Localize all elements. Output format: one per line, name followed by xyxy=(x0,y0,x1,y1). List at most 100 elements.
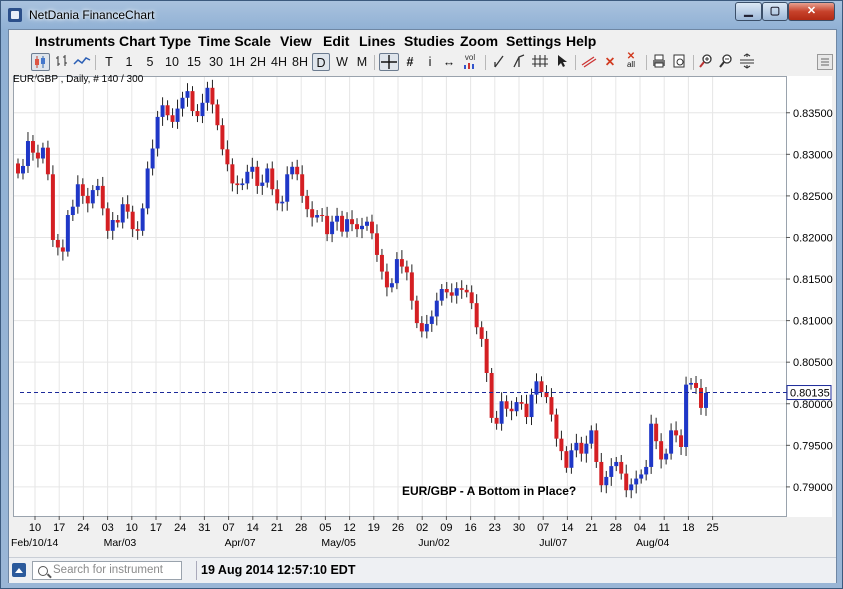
x-tick-label: 18 xyxy=(682,522,694,534)
x-tick-label: 07 xyxy=(537,522,549,534)
x-tick-label: 31 xyxy=(198,522,210,534)
netdania-app-icon xyxy=(8,8,22,22)
candle-body xyxy=(514,402,519,412)
candle-body xyxy=(50,174,55,240)
collapse-panel-icon[interactable] xyxy=(12,563,26,577)
candle-body xyxy=(80,184,85,196)
candle-body xyxy=(434,300,439,317)
candle-body xyxy=(549,397,554,415)
x-tick-label: 25 xyxy=(706,522,718,534)
candle-body xyxy=(409,272,414,301)
candle-body xyxy=(25,141,30,166)
candle-body xyxy=(539,381,544,393)
candle-body xyxy=(474,303,479,328)
y-tick-label: 0.83500 xyxy=(793,108,833,120)
candle-body xyxy=(240,183,245,186)
x-tick-label: 17 xyxy=(150,522,162,534)
candle-body xyxy=(65,215,70,252)
status-timestamp: 19 Aug 2014 12:57:10 EDT xyxy=(201,563,356,577)
candle-body xyxy=(419,323,424,332)
candle-body xyxy=(20,165,25,174)
candle-body xyxy=(95,185,100,191)
candle-body xyxy=(205,87,210,103)
candle-body xyxy=(509,408,514,412)
candle-body xyxy=(345,219,350,232)
candle-body xyxy=(494,417,499,424)
candle-body xyxy=(320,215,325,217)
candle-body xyxy=(649,423,654,467)
candle-body xyxy=(529,394,534,418)
candle-body xyxy=(639,474,644,479)
x-tick-label: 10 xyxy=(29,522,41,534)
candle-body xyxy=(564,451,569,468)
candle-body xyxy=(439,289,444,301)
y-tick-label: 0.83000 xyxy=(793,149,833,161)
candle-body xyxy=(140,208,145,231)
candle-body xyxy=(290,166,295,175)
x-tick-label: 24 xyxy=(77,522,89,534)
candle-body xyxy=(574,442,579,451)
candle-body xyxy=(280,201,285,204)
candle-body xyxy=(230,164,235,184)
x-tick-label: 28 xyxy=(295,522,307,534)
y-tick-label: 0.80000 xyxy=(793,399,833,411)
title-bar[interactable]: NetDania FinanceChart ▁ ▢ ✕ xyxy=(1,1,842,29)
search-input[interactable]: Search for instrument xyxy=(32,561,182,580)
x-tick-label: 11 xyxy=(658,522,669,534)
candle-body xyxy=(374,233,379,255)
x-month-label: Feb/10/14 xyxy=(11,537,58,549)
candle-body xyxy=(310,209,315,218)
candle-body xyxy=(300,174,305,196)
candle-body xyxy=(429,316,434,324)
window-title: NetDania FinanceChart xyxy=(29,8,155,22)
y-tick-label: 0.79000 xyxy=(793,482,833,494)
x-tick-label: 30 xyxy=(513,522,525,534)
candlestick-chart[interactable]: 0.83500 0.83000 0.82500 0.82000 0.81500 0.810… xyxy=(9,30,838,557)
candle-body xyxy=(125,204,130,212)
x-month-label: Aug/04 xyxy=(636,537,669,549)
x-tick-label: 12 xyxy=(343,522,355,534)
candle-body xyxy=(45,147,50,175)
candle-body xyxy=(170,115,175,122)
candle-body xyxy=(190,91,195,112)
candle-body xyxy=(115,220,120,223)
x-tick-label: 14 xyxy=(561,522,573,534)
close-button[interactable]: ✕ xyxy=(788,2,835,21)
candle-body xyxy=(220,125,225,150)
x-tick-label: 03 xyxy=(101,522,113,534)
candle-body xyxy=(684,384,689,447)
candle-body xyxy=(85,195,90,204)
status-bar: Search for instrument 19 Aug 2014 12:57:… xyxy=(9,557,836,583)
x-tick-label: 02 xyxy=(416,522,428,534)
candle-body xyxy=(384,271,389,288)
candle-body xyxy=(60,247,65,252)
candle-body xyxy=(130,211,135,230)
candle-body xyxy=(245,171,250,184)
y-tick-label: 0.82500 xyxy=(793,191,833,203)
x-tick-label: 17 xyxy=(53,522,65,534)
minimize-button[interactable]: ▁ xyxy=(735,2,762,21)
candle-body xyxy=(599,461,604,486)
candle-body xyxy=(614,461,619,467)
candle-body xyxy=(584,443,589,454)
y-tick-label: 0.81000 xyxy=(793,316,833,328)
candle-body xyxy=(629,484,634,491)
candle-body xyxy=(185,91,190,98)
candle-body xyxy=(155,116,160,149)
candle-body xyxy=(180,97,185,109)
candle-body xyxy=(484,338,489,373)
maximize-button[interactable]: ▢ xyxy=(762,2,788,21)
x-tick-label: 04 xyxy=(634,522,646,534)
candle-body xyxy=(325,215,330,235)
candle-body xyxy=(459,288,464,290)
x-month-label: May/05 xyxy=(321,537,356,549)
candle-body xyxy=(120,204,125,223)
candle-body xyxy=(674,430,679,436)
candle-body xyxy=(479,327,484,339)
candle-body xyxy=(654,423,659,442)
candle-body xyxy=(534,381,539,395)
candle-body xyxy=(464,289,469,293)
candle-body xyxy=(55,239,60,248)
x-tick-label: 10 xyxy=(126,522,138,534)
candle-body xyxy=(255,166,260,186)
